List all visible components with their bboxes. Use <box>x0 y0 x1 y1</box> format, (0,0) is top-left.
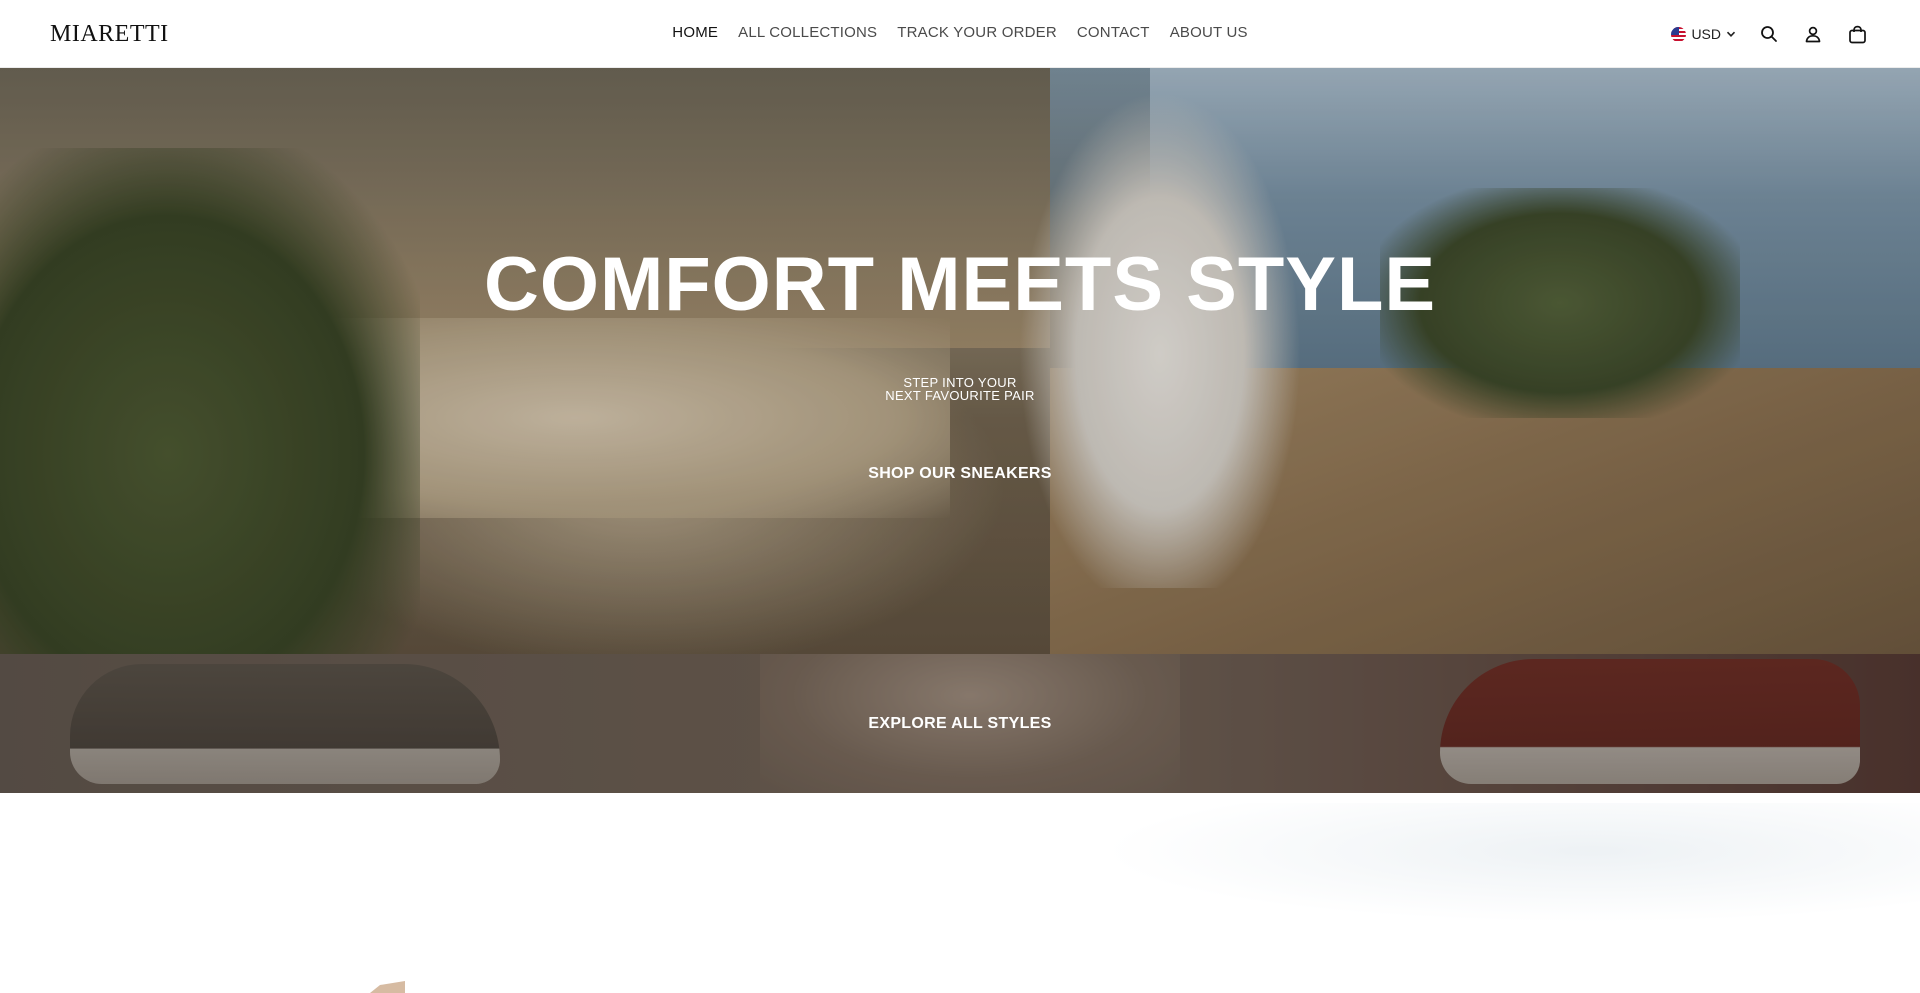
explore-all-styles-button[interactable]: EXPLORE ALL STYLES <box>820 704 1100 744</box>
product-section-background <box>1100 803 1920 923</box>
hero-title: COMFORT MEETS STYLE <box>483 242 1437 327</box>
explore-banner: EXPLORE ALL STYLES <box>0 654 1920 793</box>
chevron-down-icon <box>1726 26 1736 42</box>
product-section <box>0 793 1920 993</box>
hero-subtitle-line-2: NEXT FAVOURITE PAIR <box>885 388 1035 403</box>
cart-icon <box>1848 25 1867 44</box>
product-image-peek[interactable] <box>205 973 405 993</box>
shop-sneakers-button[interactable]: SHOP OUR SNEAKERS <box>820 454 1100 494</box>
hero-overlay <box>0 68 1920 654</box>
site-header: MIARETTI HOME ALL COLLECTIONS TRACK YOUR… <box>0 0 1920 68</box>
nav-item-contact[interactable]: CONTACT <box>1077 22 1150 44</box>
account-button[interactable] <box>1802 23 1824 45</box>
nav-item-about-us[interactable]: ABOUT US <box>1170 22 1248 44</box>
currency-selector[interactable]: USD <box>1671 26 1736 42</box>
currency-label: USD <box>1691 26 1721 42</box>
nav-item-all-collections[interactable]: ALL COLLECTIONS <box>738 22 877 44</box>
hero-banner: COMFORT MEETS STYLE STEP INTO YOUR NEXT … <box>0 68 1920 654</box>
nav-item-home[interactable]: HOME <box>672 22 718 44</box>
header-actions: USD <box>1671 22 1868 46</box>
main-nav: HOME ALL COLLECTIONS TRACK YOUR ORDER CO… <box>0 22 1920 44</box>
cart-button[interactable] <box>1846 23 1868 45</box>
search-icon <box>1760 25 1778 43</box>
nav-item-track-your-order[interactable]: TRACK YOUR ORDER <box>897 22 1057 44</box>
flag-us-icon <box>1671 26 1687 42</box>
account-icon <box>1804 25 1822 43</box>
search-button[interactable] <box>1758 23 1780 45</box>
hero-subtitle: STEP INTO YOUR NEXT FAVOURITE PAIR <box>0 376 1920 402</box>
